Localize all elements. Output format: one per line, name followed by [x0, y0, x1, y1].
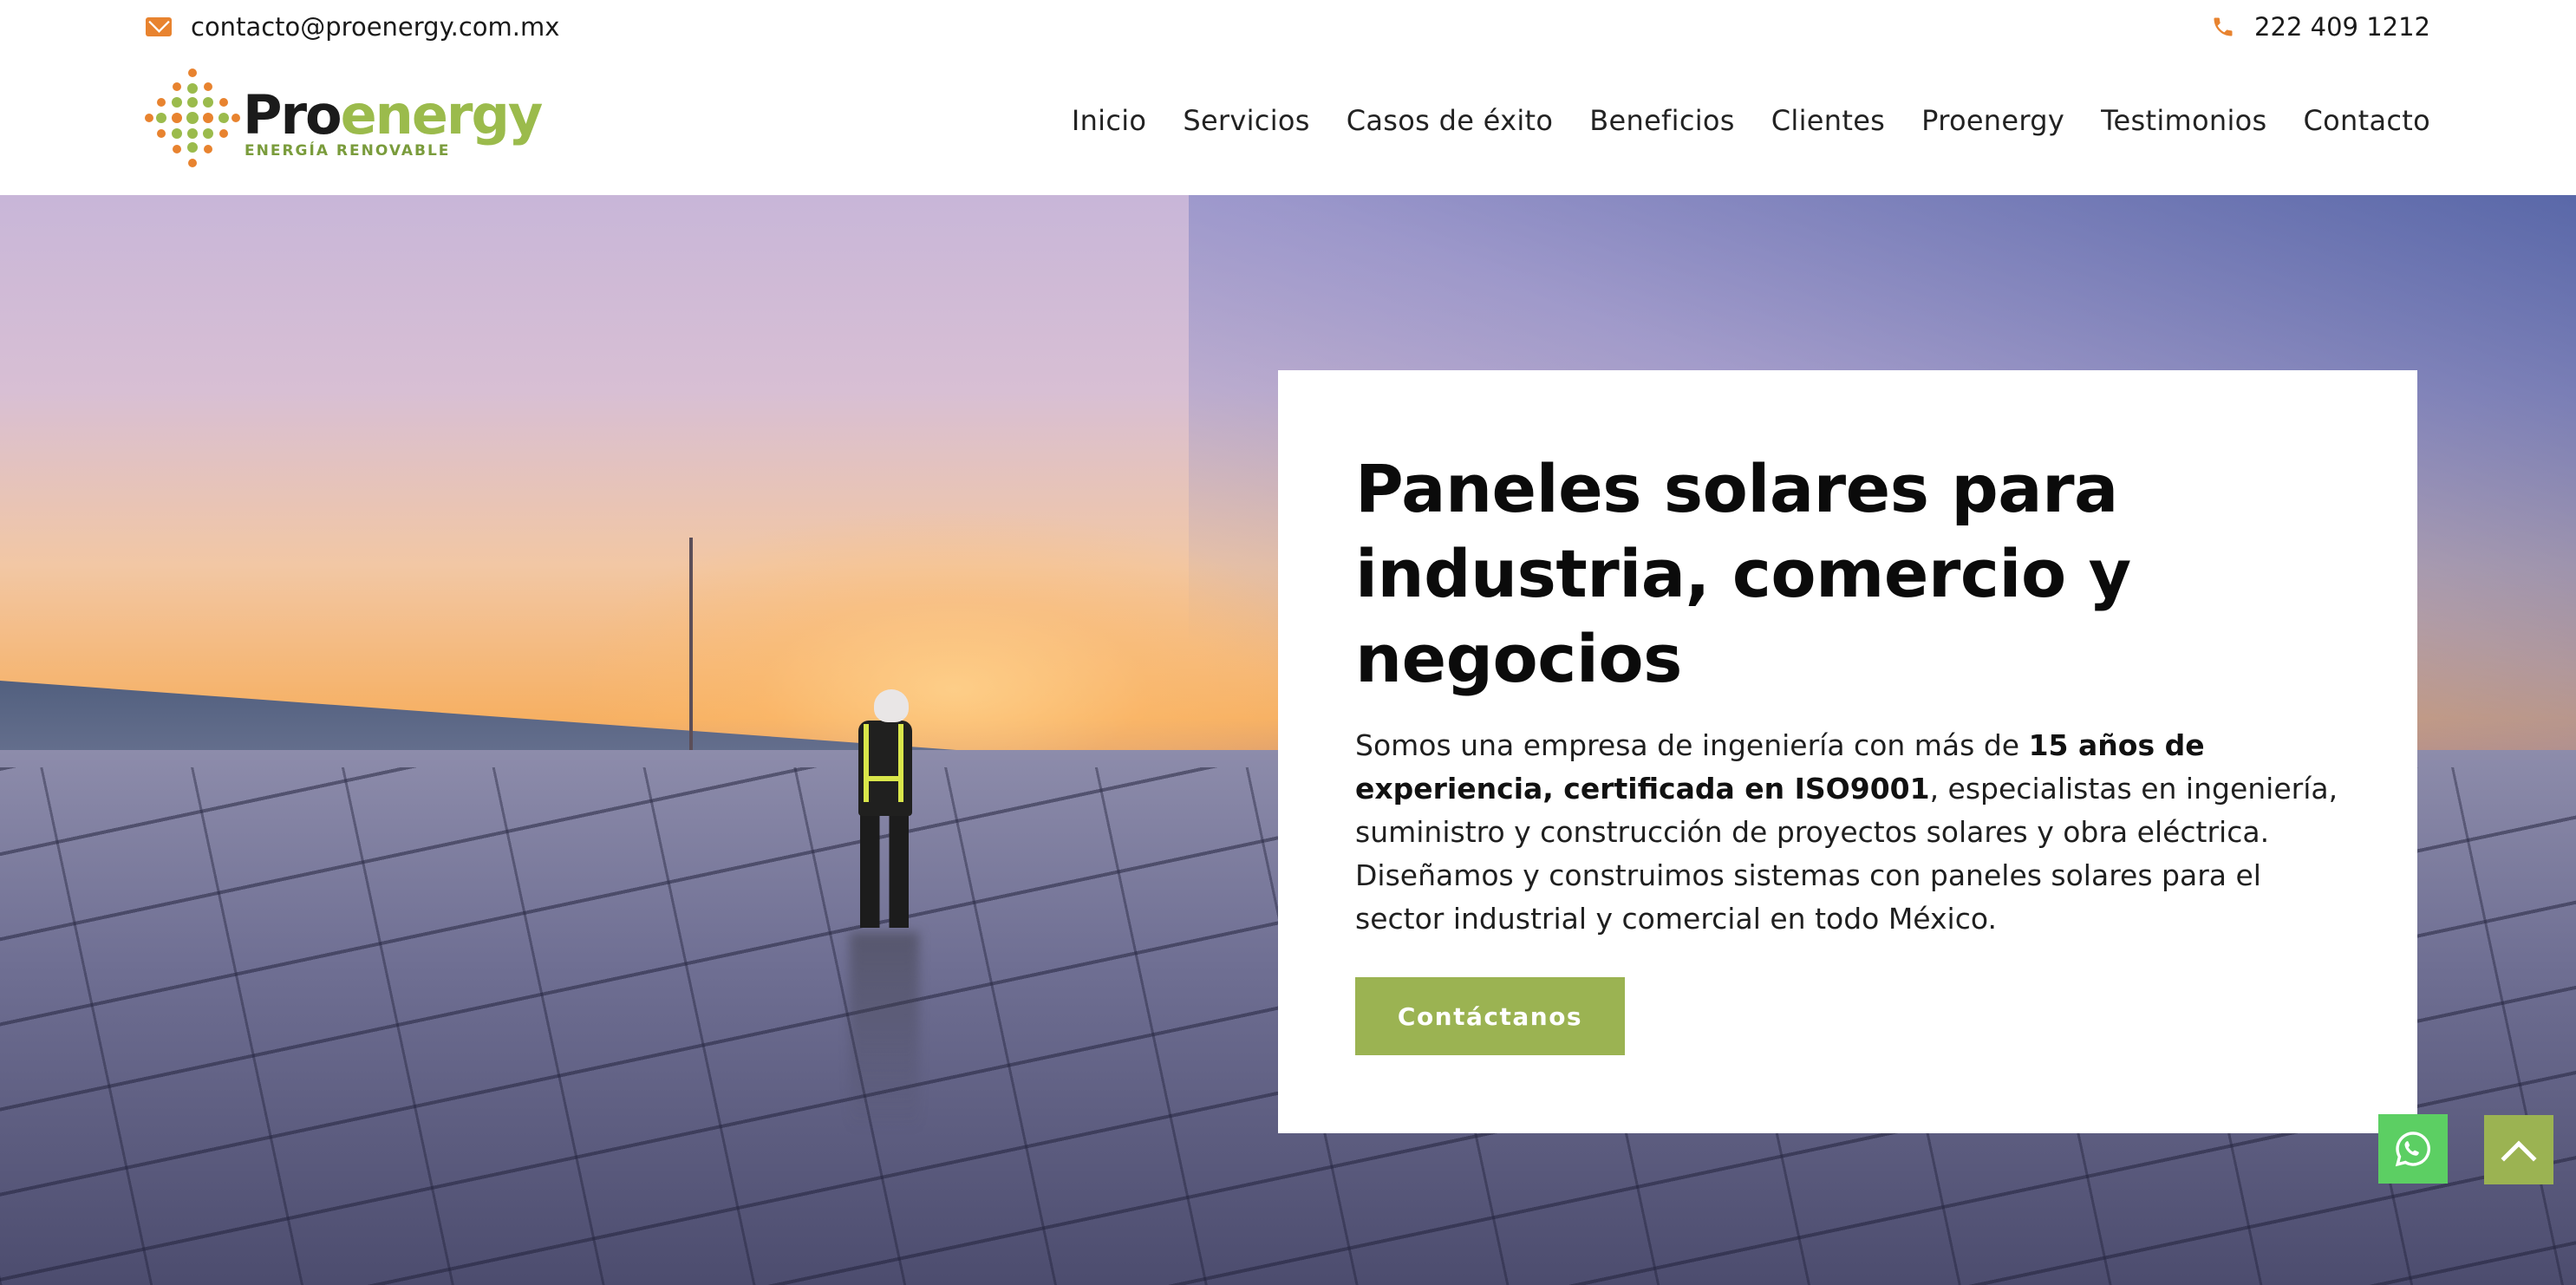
hero-card: Paneles solares para industria, comercio… [1278, 370, 2417, 1133]
logo-dots-icon [145, 68, 240, 167]
nav-beneficios[interactable]: Beneficios [1589, 104, 1735, 137]
logo-tagline: ENERGÍA RENOVABLE [245, 142, 451, 160]
nav-clientes[interactable]: Clientes [1771, 104, 1885, 137]
hero-description-part1: Somos una empresa de ingeniería con más … [1355, 728, 2029, 762]
email-text[interactable]: contacto@proenergy.com.mx [191, 12, 559, 42]
hero-title: Paneles solares para industria, comercio… [1355, 450, 2131, 697]
phone-text[interactable]: 222 409 1212 [2254, 12, 2430, 42]
contact-cta-button[interactable]: Contáctanos [1355, 977, 1625, 1055]
nav-proenergy[interactable]: Proenergy [1921, 104, 2064, 137]
worker-figure [832, 689, 919, 1132]
nav-inicio[interactable]: Inicio [1072, 104, 1146, 137]
hero-description: Somos una empresa de ingeniería con más … [1355, 724, 2352, 941]
phone-icon [2214, 17, 2233, 36]
top-contact-bar: contacto@proenergy.com.mx 222 409 1212 [0, 0, 2576, 57]
logo-wordmark: Proenergy [243, 88, 543, 142]
nav-servicios[interactable]: Servicios [1183, 104, 1309, 137]
proenergy-logo[interactable]: Proenergy ENERGÍA RENOVABLE [144, 68, 543, 168]
envelope-icon [146, 17, 172, 36]
logo-energy-text: energy [340, 83, 544, 147]
back-to-top-button[interactable] [2484, 1115, 2553, 1184]
main-nav: Inicio Servicios Casos de éxito Benefici… [1072, 104, 2430, 137]
site-header: Proenergy ENERGÍA RENOVABLE Inicio Servi… [0, 57, 2576, 195]
nav-contacto[interactable]: Contacto [2304, 104, 2430, 137]
nav-testimonios[interactable]: Testimonios [2101, 104, 2266, 137]
chevron-up-icon [2501, 1140, 2537, 1162]
whatsapp-button[interactable] [2378, 1114, 2448, 1184]
phone-contact[interactable]: 222 409 1212 [2211, 12, 2430, 42]
nav-casos-de-exito[interactable]: Casos de éxito [1347, 104, 1554, 137]
whatsapp-icon [2395, 1132, 2430, 1167]
logo-pro-text: Pro [243, 83, 342, 147]
email-contact[interactable]: contacto@proenergy.com.mx [146, 12, 559, 42]
